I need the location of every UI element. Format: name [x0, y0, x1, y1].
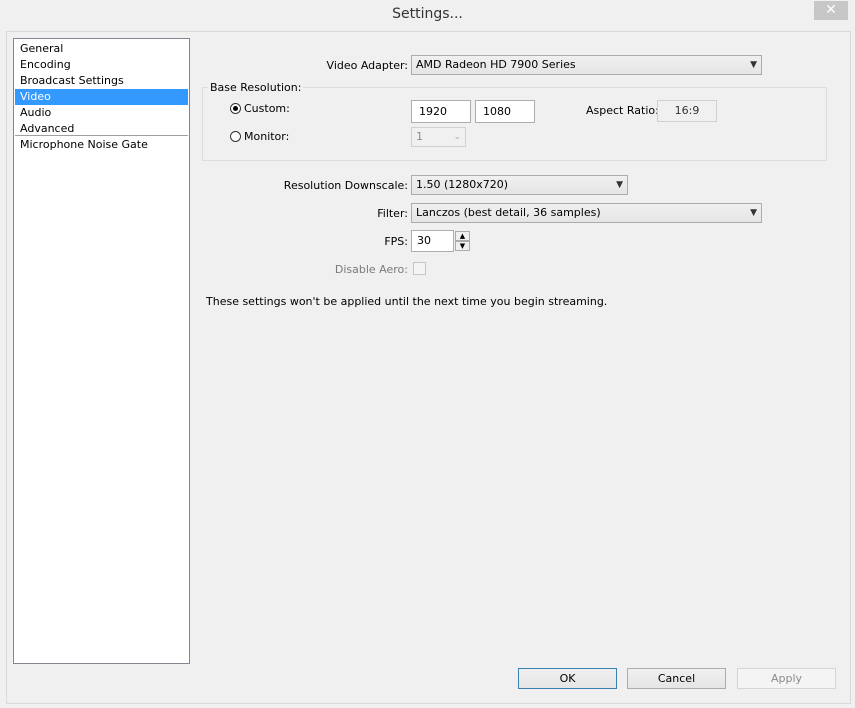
sidebar-item-video[interactable]: Video — [15, 89, 188, 105]
disable-aero-label: Disable Aero: — [334, 263, 408, 276]
close-button[interactable]: ✕ — [814, 1, 848, 20]
sidebar-item-general[interactable]: General — [15, 41, 188, 57]
settings-notice: These settings won't be applied until th… — [206, 295, 608, 308]
sidebar-item-microphone-noise-gate[interactable]: Microphone Noise Gate — [15, 137, 188, 153]
cancel-button[interactable]: Cancel — [627, 668, 726, 689]
filter-label: Filter: — [377, 207, 408, 220]
resolution-downscale-value: 1.50 (1280x720) — [416, 178, 509, 191]
chevron-down-icon: ▼ — [750, 208, 757, 218]
sidebar-item-audio[interactable]: Audio — [15, 105, 188, 121]
ok-button[interactable]: OK — [518, 668, 617, 689]
fps-input[interactable]: 30 — [411, 230, 454, 252]
base-resolution-label: Base Resolution: — [208, 81, 304, 94]
sidebar-item-encoding[interactable]: Encoding — [15, 57, 188, 73]
close-icon: ✕ — [825, 2, 837, 18]
aspect-ratio-value: 16:9 — [657, 100, 717, 122]
monitor-select[interactable]: 1 ⌄ — [411, 127, 466, 147]
sidebar-item-broadcast-settings[interactable]: Broadcast Settings — [15, 73, 188, 89]
custom-radio[interactable] — [230, 103, 241, 114]
arrow-up-icon: ▲ — [459, 232, 466, 240]
disable-aero-checkbox[interactable] — [413, 262, 426, 275]
fps-spin-down[interactable]: ▼ — [455, 241, 470, 251]
chevron-down-icon: ▼ — [750, 60, 757, 70]
filter-value: Lanczos (best detail, 36 samples) — [416, 206, 601, 219]
resolution-downscale-label: Resolution Downscale: — [283, 179, 408, 192]
chevron-down-icon: ▼ — [616, 180, 623, 190]
settings-category-list[interactable]: General Encoding Broadcast Settings Vide… — [13, 38, 190, 664]
apply-button[interactable]: Apply — [737, 668, 836, 689]
monitor-label: Monitor: — [244, 130, 290, 143]
filter-select[interactable]: Lanczos (best detail, 36 samples) ▼ — [411, 203, 762, 223]
monitor-value: 1 — [416, 130, 423, 143]
resolution-downscale-select[interactable]: 1.50 (1280x720) ▼ — [411, 175, 628, 195]
fps-label: FPS: — [384, 235, 408, 248]
arrow-down-icon: ▼ — [459, 242, 466, 250]
custom-label: Custom: — [244, 102, 290, 115]
chevron-down-icon: ⌄ — [453, 132, 461, 142]
base-resolution-group — [202, 87, 827, 161]
custom-height-input[interactable]: 1080 — [475, 100, 535, 123]
custom-width-input[interactable]: 1920 — [411, 100, 471, 123]
video-adapter-select[interactable]: AMD Radeon HD 7900 Series ▼ — [411, 55, 762, 75]
fps-spin-up[interactable]: ▲ — [455, 231, 470, 241]
aspect-ratio-label: Aspect Ratio: — [586, 104, 659, 117]
sidebar-divider — [15, 135, 188, 136]
monitor-radio[interactable] — [230, 131, 241, 142]
video-adapter-value: AMD Radeon HD 7900 Series — [416, 58, 576, 71]
video-adapter-label: Video Adapter: — [326, 59, 408, 72]
window-title: Settings... — [392, 6, 463, 22]
